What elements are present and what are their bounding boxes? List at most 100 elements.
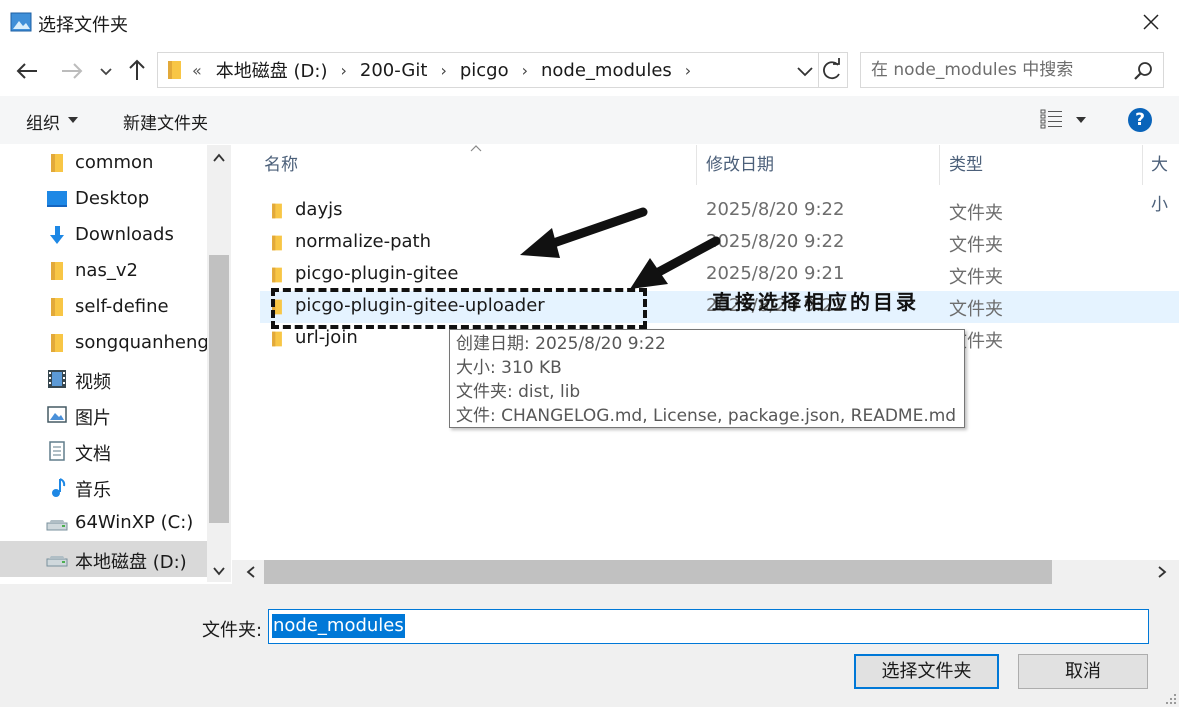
drive-icon	[46, 520, 68, 531]
scrollbar-thumb[interactable]	[264, 560, 1052, 584]
sidebar-item[interactable]: Desktop	[0, 181, 207, 217]
sidebar-item[interactable]: 视频	[0, 361, 207, 397]
file-name: dayjs	[295, 199, 343, 220]
select-folder-button[interactable]: 选择文件夹	[854, 654, 999, 689]
view-options-icon[interactable]	[1040, 108, 1064, 130]
sidebar-item-label: 64WinXP (C:)	[75, 512, 194, 533]
download-icon	[50, 226, 64, 244]
sidebar-item[interactable]: nas_v2	[0, 253, 207, 289]
title-bar: 选择文件夹	[0, 0, 1179, 46]
file-type: 文件夹	[949, 203, 1003, 224]
command-bar: 组织 新建文件夹 ?	[0, 96, 1179, 144]
folder-name-value[interactable]: node_modules	[272, 614, 405, 638]
window-title: 选择文件夹	[38, 15, 128, 36]
address-bar[interactable]: « 本地磁盘 (D:) › 200-Git › picgo › node_mod…	[157, 52, 819, 88]
sidebar-item-label: 文档	[75, 444, 111, 465]
address-dropdown-icon[interactable]	[794, 60, 816, 82]
sidebar-item[interactable]: common	[0, 145, 207, 181]
column-divider[interactable]	[1142, 145, 1143, 185]
file-date: 2025/8/20 9:22	[706, 199, 845, 220]
caret-down-icon[interactable]	[68, 117, 78, 123]
file-name: normalize-path	[295, 231, 432, 252]
tooltip-size: 大小: 310 KB	[456, 358, 562, 378]
organize-menu[interactable]: 组织	[26, 109, 60, 134]
breadcrumb-chevron-icon[interactable]: ›	[440, 61, 446, 80]
resize-grip-icon[interactable]	[1165, 693, 1177, 705]
view-dropdown-icon[interactable]	[1076, 117, 1086, 123]
sidebar-item[interactable]: 64WinXP (C:)	[0, 505, 207, 541]
back-arrow-icon[interactable]	[14, 58, 40, 84]
column-divider[interactable]	[696, 145, 697, 185]
tooltip-created: 创建日期: 2025/8/20 9:22	[456, 334, 666, 354]
scrollbar-thumb[interactable]	[209, 255, 229, 523]
cancel-button[interactable]: 取消	[1018, 654, 1148, 689]
music-icon	[52, 478, 66, 497]
scroll-down-icon[interactable]	[212, 564, 226, 578]
help-icon[interactable]: ?	[1128, 108, 1152, 132]
breadcrumb-chevron-icon[interactable]: ›	[522, 61, 528, 80]
sidebar-item[interactable]: self-define	[0, 289, 207, 325]
tooltip-files: 文件: CHANGELOG.md, License, package.json,…	[456, 406, 957, 426]
sidebar-item-label: Downloads	[75, 224, 174, 245]
search-icon[interactable]	[1133, 61, 1153, 81]
sidebar-item-label: 音乐	[75, 480, 111, 501]
desktop-icon	[47, 191, 67, 207]
sidebar-item[interactable]: 本地磁盘 (D:)	[0, 541, 207, 577]
forward-arrow-icon[interactable]	[59, 58, 85, 84]
pictures-icon	[47, 406, 67, 423]
folder-field-label: 文件夹:	[202, 620, 263, 641]
breadcrumb-overflow[interactable]: «	[192, 61, 202, 80]
breadcrumb: « 本地磁盘 (D:) › 200-Git › picgo › node_mod…	[192, 53, 704, 87]
breadcrumb-item[interactable]: 200-Git	[360, 60, 428, 81]
column-header-name[interactable]: 名称	[264, 145, 298, 185]
breadcrumb-item[interactable]: node_modules	[541, 60, 672, 81]
up-arrow-icon[interactable]	[124, 57, 150, 83]
folder-name-input[interactable]: node_modules	[268, 609, 1149, 644]
sidebar-item[interactable]: 图片	[0, 397, 207, 433]
file-row[interactable]: normalize-path 2025/8/20 9:22 文件夹	[260, 227, 1179, 259]
scroll-left-icon[interactable]	[244, 565, 258, 579]
file-name: url-join	[295, 327, 358, 348]
breadcrumb-chevron-icon[interactable]: ›	[685, 61, 691, 80]
file-row[interactable]: dayjs 2025/8/20 9:22 文件夹	[260, 195, 1179, 227]
column-divider[interactable]	[939, 145, 940, 185]
sidebar-item-label: common	[75, 152, 154, 173]
folder-icon	[272, 203, 282, 219]
search-input[interactable]	[861, 53, 1129, 87]
highlight-dashed-box	[271, 288, 647, 329]
refresh-icon	[823, 58, 840, 80]
sidebar-item[interactable]: songquanheng	[0, 325, 209, 361]
sidebar-item[interactable]: 文档	[0, 433, 207, 469]
sidebar-item-label: 本地磁盘 (D:)	[75, 552, 187, 573]
refresh-button[interactable]	[819, 52, 848, 88]
annotation-text: 直接选择相应的目录	[712, 290, 919, 314]
folder-icon	[51, 154, 63, 172]
file-date: 2025/8/20 9:21	[706, 263, 845, 284]
file-list-horizontal-scrollbar[interactable]	[232, 560, 1179, 584]
column-header-type[interactable]: 类型	[949, 145, 983, 185]
search-box[interactable]	[860, 52, 1164, 88]
sidebar-item-label: 图片	[75, 408, 111, 429]
file-name: picgo-plugin-gitee	[295, 263, 459, 284]
breadcrumb-item[interactable]: 本地磁盘 (D:)	[216, 57, 328, 83]
breadcrumb-chevron-icon[interactable]: ›	[341, 61, 347, 80]
sidebar-item-label: 视频	[75, 372, 111, 393]
sidebar-item-label: songquanheng	[75, 332, 209, 353]
video-icon	[48, 370, 66, 388]
close-icon[interactable]	[1137, 8, 1165, 36]
column-header-date[interactable]: 修改日期	[706, 145, 774, 185]
folder-icon	[51, 334, 63, 352]
column-header-size[interactable]: 大小	[1151, 145, 1179, 215]
file-type: 文件夹	[949, 235, 1003, 256]
recent-locations-chevron-icon[interactable]	[96, 58, 116, 84]
sidebar-item[interactable]: 音乐	[0, 469, 207, 505]
sidebar-item-label: Desktop	[75, 188, 150, 209]
navigation-scrollbar[interactable]	[207, 145, 231, 582]
new-folder-button[interactable]: 新建文件夹	[123, 109, 208, 134]
sidebar-item-label: self-define	[75, 296, 169, 317]
folder-icon	[51, 298, 63, 316]
scroll-right-icon[interactable]	[1155, 565, 1169, 579]
breadcrumb-item[interactable]: picgo	[460, 60, 509, 81]
scroll-up-icon[interactable]	[212, 151, 226, 165]
sidebar-item[interactable]: Downloads	[0, 217, 207, 253]
